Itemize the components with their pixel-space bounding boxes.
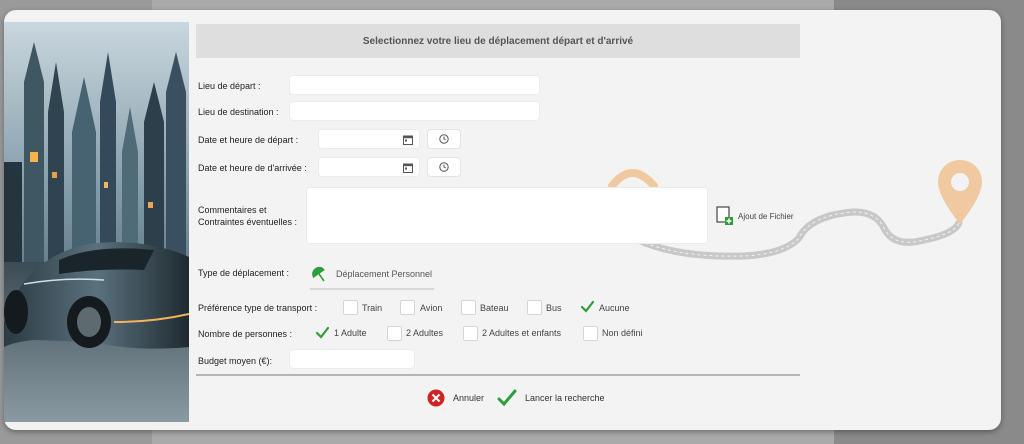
check-icon	[580, 300, 595, 313]
comments-textarea[interactable]	[307, 188, 707, 243]
calendar-icon[interactable]	[401, 161, 415, 174]
transport-aucune-label: Aucune	[599, 303, 630, 313]
calendar-icon[interactable]	[401, 133, 415, 146]
transport-avion-checkbox[interactable]	[400, 300, 415, 315]
travel-type-label: Type de déplacement :	[198, 268, 290, 278]
departure-label: Lieu de départ :	[198, 81, 261, 91]
attach-file-button[interactable]: Ajout de Fichier	[716, 206, 794, 226]
umbrella-icon	[312, 266, 325, 282]
transport-pref-label: Préférence type de transport :	[198, 303, 318, 313]
clock-icon	[439, 162, 449, 172]
form-title-bar: Selectionnez votre lieu de déplacement d…	[196, 24, 800, 58]
cancel-icon	[427, 389, 445, 407]
search-button[interactable]: Lancer la recherche	[497, 389, 605, 407]
persons-2-adultes-label: 2 Adultes	[406, 328, 444, 338]
departure-input[interactable]	[290, 76, 539, 94]
arrival-time-button[interactable]	[428, 158, 460, 176]
budget-input[interactable]	[290, 350, 414, 368]
persons-label: Nombre de personnes :	[198, 329, 293, 339]
check-icon	[315, 326, 330, 339]
persons-2-adultes-enfants-label: 2 Adultes et enfants	[482, 328, 562, 338]
departure-datetime-label: Date et heure de départ :	[198, 135, 299, 145]
destination-label: Lieu de destination :	[198, 107, 279, 117]
transport-aucune-checkbox[interactable]	[580, 299, 595, 314]
departure-time-button[interactable]	[428, 130, 460, 148]
destination-input[interactable]	[290, 102, 539, 120]
travel-type-selector[interactable]: Déplacement Personnel	[310, 260, 434, 290]
transport-bateau-label: Bateau	[480, 303, 509, 313]
transport-train-label: Train	[362, 303, 383, 313]
persons-1-adulte-label: 1 Adulte	[334, 328, 367, 338]
city-car-illustration	[4, 22, 189, 422]
form-divider	[196, 374, 800, 376]
check-icon	[497, 389, 517, 407]
persons-non-defini-label: Non défini	[602, 328, 643, 338]
persons-non-defini-checkbox[interactable]	[583, 326, 598, 341]
map-pin-icon	[938, 160, 982, 224]
persons-1-adulte-checkbox[interactable]	[315, 325, 330, 340]
travel-form-card: Selectionnez votre lieu de déplacement d…	[4, 10, 1001, 430]
comments-label: Commentaires et Contraintes éventuelles …	[198, 205, 298, 227]
persons-2-adultes-enfants-checkbox[interactable]	[463, 326, 478, 341]
travel-type-value: Déplacement Personnel	[336, 269, 433, 279]
clock-icon	[439, 134, 449, 144]
attach-file-icon	[716, 206, 733, 225]
transport-bus-label: Bus	[546, 303, 562, 313]
arrival-datetime-label: Date et heure de d'arrivée :	[198, 163, 307, 173]
persons-2-adultes-checkbox[interactable]	[387, 326, 402, 341]
cancel-button[interactable]: Annuler	[427, 389, 484, 407]
form-title: Selectionnez votre lieu de déplacement d…	[362, 35, 634, 47]
transport-avion-label: Avion	[420, 303, 443, 313]
transport-bus-checkbox[interactable]	[527, 300, 542, 315]
transport-train-checkbox[interactable]	[343, 300, 358, 315]
transport-bateau-checkbox[interactable]	[461, 300, 476, 315]
budget-label: Budget moyen (€):	[198, 356, 273, 366]
